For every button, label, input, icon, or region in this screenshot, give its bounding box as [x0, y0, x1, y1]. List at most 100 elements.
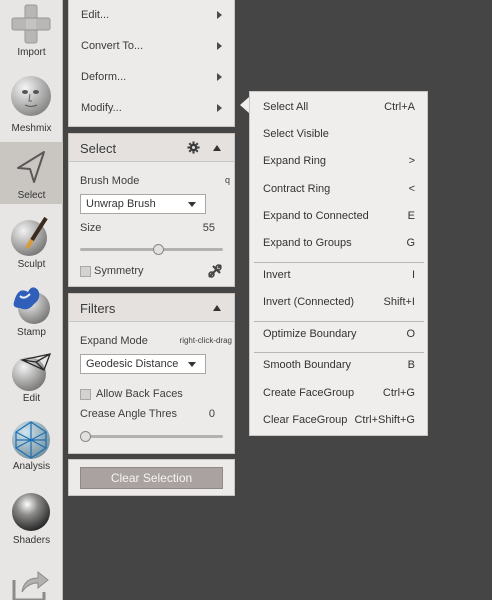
export-icon [12, 570, 49, 600]
sculpt-label: Sculpt [17, 259, 46, 270]
context-item-shortcut: G [406, 237, 415, 249]
context-item-label: Expand Ring [263, 155, 326, 168]
crease-angle-slider-thumb[interactable] [80, 431, 91, 442]
submenu-arrow-icon [217, 11, 222, 19]
expand-mode-dropdown[interactable]: Geodesic Distance [80, 354, 206, 374]
context-item-shortcut: Ctrl+G [382, 386, 415, 399]
edit-menu-label: Edit... [81, 9, 110, 21]
context-item-create-facegroup[interactable]: Create FaceGroup Ctrl+G [250, 382, 427, 404]
crease-angle-label: Crease Angle Thres [80, 408, 178, 420]
convert-to-menu-item[interactable]: Convert To... [69, 31, 234, 62]
submenu-arrow-icon [217, 104, 222, 112]
allow-back-faces-checkbox[interactable] [80, 389, 91, 400]
tool-sidebar: Import Meshmix Select Sculpt Stamp Edit … [0, 0, 63, 600]
context-item-label: Select Visible [263, 128, 329, 141]
gear-icon[interactable] [187, 141, 200, 154]
edit-tool[interactable]: Edit [0, 346, 63, 406]
context-item-smooth-boundary[interactable]: Smooth Boundary B [250, 354, 427, 376]
meshmix-tool[interactable]: Meshmix [0, 70, 63, 136]
brush-mode-label: Brush Mode [80, 175, 140, 187]
context-item-contract-ring[interactable]: Contract Ring < [250, 178, 427, 200]
context-item-shortcut: Shift+I [383, 295, 416, 308]
filters-panel-title: Filters [80, 301, 116, 316]
sculpt-tool[interactable]: Sculpt [0, 212, 63, 272]
allow-back-faces-label: Allow Back Faces [96, 388, 183, 400]
analysis-label: Analysis [12, 461, 51, 472]
context-item-invert[interactable]: Invert I [250, 264, 427, 286]
context-item-label: Invert [263, 268, 291, 281]
context-item-expand-to-groups[interactable]: Expand to Groups G [250, 232, 427, 254]
modify-context-menu: Select All Ctrl+A Select Visible Expand Rin… [249, 91, 428, 436]
analysis-mesh-icon [12, 421, 50, 459]
size-label: Size [80, 222, 102, 234]
submenu-arrow-icon [217, 42, 222, 50]
context-item-clear-facegroup[interactable]: Clear FaceGroup Ctrl+Shift+G [250, 409, 427, 431]
select-panel-title: Select [80, 141, 117, 156]
modify-menu-label: Modify... [81, 102, 122, 114]
convert-to-menu-label: Convert To... [81, 40, 144, 52]
context-item-expand-ring[interactable]: Expand Ring > [250, 150, 427, 172]
context-item-label: Clear FaceGroup [263, 413, 348, 426]
plus-icon [11, 4, 51, 44]
expand-mode-value: Geodesic Distance [86, 358, 179, 370]
context-item-invert-connected[interactable]: Invert (Connected) Shift+I [250, 291, 427, 313]
select-panel: Select Brush Mode q Unwrap Brush Size 55 [68, 133, 235, 287]
context-item-select-visible[interactable]: Select Visible [250, 123, 427, 145]
context-item-shortcut: Ctrl+Shift+G [354, 413, 415, 426]
context-item-label: Smooth Boundary [263, 359, 352, 372]
submenu-arrow-icon [217, 73, 222, 81]
context-item-select-all[interactable]: Select All Ctrl+A [250, 96, 427, 118]
stamp-tool[interactable]: Stamp [0, 280, 63, 340]
edit-sphere-icon [12, 353, 52, 391]
brush-mode-value: Unwrap Brush [86, 198, 156, 210]
menu-separator [254, 320, 424, 322]
collapse-select-panel-icon[interactable] [213, 145, 221, 151]
deform-menu-label: Deform... [81, 71, 127, 83]
stamp-label: Stamp [17, 327, 46, 338]
brush-mode-dropdown[interactable]: Unwrap Brush [80, 194, 206, 214]
edit-label: Edit [22, 393, 41, 404]
crease-angle-slider[interactable] [80, 431, 223, 442]
menu-separator [254, 352, 424, 354]
wrench-icon[interactable] [208, 264, 222, 278]
size-value: 55 [202, 222, 215, 234]
import-label: Import [17, 47, 46, 58]
symmetry-checkbox[interactable] [80, 266, 91, 277]
export-tool[interactable] [0, 564, 63, 600]
analysis-tool[interactable]: Analysis [0, 414, 63, 474]
select-arrow-icon [17, 151, 45, 183]
import-tool[interactable]: Import [0, 0, 63, 62]
context-item-shortcut: I [411, 268, 415, 281]
context-item-label: Expand to Connected [263, 209, 369, 222]
context-item-label: Select All [263, 101, 309, 113]
shaders-label: Shaders [12, 535, 51, 546]
clear-selection-button[interactable]: Clear Selection [80, 467, 223, 489]
context-item-shortcut: < [408, 182, 415, 195]
context-item-expand-to-connected[interactable]: Expand to Connected E [250, 205, 427, 227]
actions-menu-panel: Edit... Convert To... Deform... Modify..… [68, 0, 235, 127]
size-slider[interactable] [80, 244, 223, 255]
edit-menu-item[interactable]: Edit... [69, 0, 234, 31]
meshmix-head-icon [11, 76, 51, 116]
meshmix-label: Meshmix [11, 123, 52, 134]
size-slider-thumb[interactable] [153, 244, 164, 255]
crease-angle-value: 0 [208, 408, 215, 420]
expand-mode-hint: right-click-drag [179, 336, 232, 345]
context-item-optimize-boundary[interactable]: Optimize Boundary O [250, 323, 427, 345]
context-item-shortcut: O [406, 327, 415, 340]
modify-menu-item[interactable]: Modify... [69, 93, 234, 124]
filters-panel-header: Filters [69, 294, 234, 322]
deform-menu-item[interactable]: Deform... [69, 62, 234, 93]
select-tool[interactable]: Select [0, 142, 63, 204]
shaders-tool[interactable]: Shaders [0, 488, 63, 548]
expand-mode-label: Expand Mode [80, 335, 148, 347]
filters-panel: Filters Expand Mode right-click-drag Geo… [68, 293, 235, 454]
context-item-label: Invert (Connected) [263, 295, 355, 308]
collapse-filters-panel-icon[interactable] [213, 305, 221, 311]
symmetry-label: Symmetry [94, 265, 144, 277]
context-item-shortcut: Ctrl+A [384, 101, 415, 113]
context-item-label: Create FaceGroup [263, 386, 355, 399]
shader-sphere-icon [12, 493, 50, 531]
context-item-label: Expand to Groups [263, 237, 352, 249]
chevron-down-icon [188, 202, 196, 207]
